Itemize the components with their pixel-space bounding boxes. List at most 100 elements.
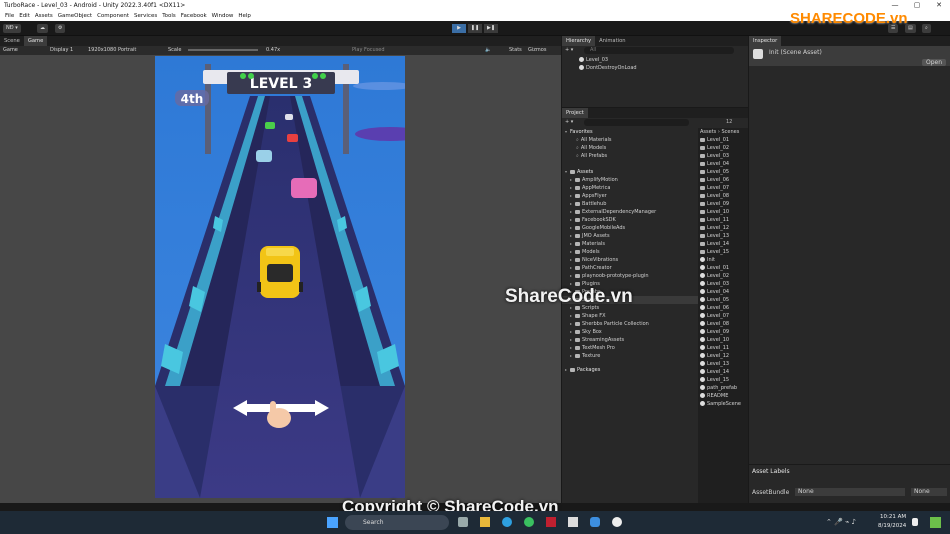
pause-button[interactable]: ❚❚ <box>468 24 482 33</box>
folder-item[interactable]: ▸ AmplifyMotion <box>562 176 698 184</box>
file-item[interactable]: Level_05 <box>698 168 748 176</box>
file-item[interactable]: Level_07 <box>698 312 748 320</box>
menu-window[interactable]: Window <box>212 13 234 19</box>
file-item[interactable]: Level_09 <box>698 200 748 208</box>
game-mode-dropdown[interactable]: Game <box>3 46 18 55</box>
unity-icon[interactable] <box>612 517 622 527</box>
app-tray-icon[interactable] <box>930 517 941 528</box>
file-item[interactable]: Level_15 <box>698 248 748 256</box>
folder-item[interactable]: ▸ playnoob-prototype-plugin <box>562 272 698 280</box>
folder-item[interactable]: ▸ GoogleMobileAds <box>562 224 698 232</box>
tray-icons[interactable]: ⌃ 🎤 ⌁ ♪ <box>826 518 856 526</box>
file-item[interactable]: Level_14 <box>698 240 748 248</box>
mute-icon[interactable]: 🔈 <box>485 46 491 55</box>
resolution-dropdown[interactable]: 1920x1080 Portrait <box>88 46 136 55</box>
services-icon[interactable]: ⚙ <box>55 24 66 33</box>
file-item[interactable]: Level_12 <box>698 352 748 360</box>
menu-facebook[interactable]: Facebook <box>181 13 207 19</box>
play-button[interactable]: ▶ <box>452 24 466 33</box>
tab-inspector[interactable]: Inspector <box>749 36 782 46</box>
file-item[interactable]: Level_13 <box>698 232 748 240</box>
chrome-icon[interactable] <box>524 517 534 527</box>
favorite-item[interactable]: ⌕ All Prefabs <box>562 152 698 160</box>
folder-item[interactable]: ▸ NiceVibrations <box>562 256 698 264</box>
file-item[interactable]: Level_11 <box>698 344 748 352</box>
project-search-input[interactable] <box>584 119 689 126</box>
folder-item[interactable]: ▸ ExternalDependencyManager <box>562 208 698 216</box>
hierarchy-item-dontdestroy[interactable]: DontDestroyOnLoad <box>562 64 748 72</box>
folder-item[interactable]: ▸ Models <box>562 248 698 256</box>
file-item[interactable]: Level_12 <box>698 224 748 232</box>
cloud-icon[interactable]: ☁ <box>37 24 48 33</box>
asset-bundle-dropdown[interactable]: None <box>795 488 905 496</box>
open-button[interactable]: Open <box>921 59 946 66</box>
clock-time[interactable]: 10:21 AM <box>880 514 906 520</box>
favorite-item[interactable]: ⌕ All Materials <box>562 136 698 144</box>
file-item[interactable]: README <box>698 392 748 400</box>
file-item[interactable]: Level_03 <box>698 280 748 288</box>
clock-date[interactable]: 8/19/2024 <box>878 523 906 529</box>
file-item[interactable]: Level_02 <box>698 272 748 280</box>
menu-assets[interactable]: Assets <box>35 13 53 19</box>
notification-icon[interactable] <box>912 518 918 526</box>
file-item[interactable]: Level_04 <box>698 160 748 168</box>
step-button[interactable]: ▶❚ <box>484 24 498 33</box>
file-item[interactable]: Level_01 <box>698 136 748 144</box>
scale-slider[interactable] <box>188 49 258 51</box>
edge-icon[interactable] <box>502 517 512 527</box>
add-icon[interactable]: + ▾ <box>565 46 573 55</box>
folder-item[interactable]: ▸ TextMesh Pro <box>562 344 698 352</box>
menu-file[interactable]: File <box>5 13 14 19</box>
menu-help[interactable]: Help <box>238 13 251 19</box>
hierarchy-search-input[interactable]: All <box>584 47 734 54</box>
menu-services[interactable]: Services <box>134 13 157 19</box>
folder-item[interactable]: ▸ AppMetrica <box>562 184 698 192</box>
file-item[interactable]: Level_08 <box>698 320 748 328</box>
account-dropdown[interactable]: NĐ ▾ <box>3 24 21 33</box>
folder-item[interactable]: ▸ Shape FX <box>562 312 698 320</box>
menu-edit[interactable]: Edit <box>19 13 30 19</box>
folder-item[interactable]: ▸ JMO Assets <box>562 232 698 240</box>
favorite-item[interactable]: ⌕ All Models <box>562 144 698 152</box>
tab-scene[interactable]: Scene <box>0 36 24 46</box>
file-item[interactable]: Level_06 <box>698 304 748 312</box>
assets-header[interactable]: ▾ Assets <box>562 168 698 176</box>
menu-tools[interactable]: Tools <box>162 13 176 19</box>
folder-item[interactable]: ▸ Battlehub <box>562 200 698 208</box>
tab-project[interactable]: Project <box>562 108 588 118</box>
folder-item[interactable]: ▸ AppsFlyer <box>562 192 698 200</box>
game-view[interactable]: LEVEL 3 4th <box>155 56 405 498</box>
windows-start-icon[interactable] <box>327 517 338 528</box>
favorites-header[interactable]: ▾ Favorites <box>562 128 698 136</box>
stats-button[interactable]: Stats <box>509 46 522 55</box>
folder-item[interactable]: ▸ Materials <box>562 240 698 248</box>
file-item[interactable]: Level_03 <box>698 152 748 160</box>
display-dropdown[interactable]: Display 1 <box>50 46 73 55</box>
zalo-icon[interactable] <box>590 517 600 527</box>
tab-game[interactable]: Game <box>23 36 48 46</box>
folder-item[interactable]: ▸ FacebookSDK <box>562 216 698 224</box>
tab-hierarchy[interactable]: Hierarchy <box>562 36 596 46</box>
asset-variant-dropdown[interactable]: None <box>911 488 947 496</box>
file-item[interactable]: Level_10 <box>698 208 748 216</box>
breadcrumb-assets[interactable]: Assets <box>700 129 716 135</box>
folder-item[interactable]: ▸ PathCreator <box>562 264 698 272</box>
file-item[interactable]: Level_01 <box>698 264 748 272</box>
packages-header[interactable]: ▸ Packages <box>562 366 698 374</box>
menu-component[interactable]: Component <box>97 13 129 19</box>
folder-item[interactable]: ▸ Sky Box <box>562 328 698 336</box>
task-view-icon[interactable] <box>458 517 468 527</box>
app-icon[interactable] <box>568 517 578 527</box>
file-item[interactable]: path_prefab <box>698 384 748 392</box>
file-item[interactable]: Level_02 <box>698 144 748 152</box>
file-item[interactable]: Level_09 <box>698 328 748 336</box>
file-item[interactable]: SampleScene <box>698 400 748 408</box>
file-item[interactable]: Level_15 <box>698 376 748 384</box>
file-explorer-icon[interactable] <box>480 517 490 527</box>
file-item[interactable]: Level_11 <box>698 216 748 224</box>
file-item[interactable]: Level_04 <box>698 288 748 296</box>
add-icon[interactable]: + ▾ <box>565 118 573 127</box>
file-item[interactable]: Level_07 <box>698 184 748 192</box>
gizmos-dropdown[interactable]: Gizmos <box>528 46 546 55</box>
menu-gameobject[interactable]: GameObject <box>58 13 92 19</box>
